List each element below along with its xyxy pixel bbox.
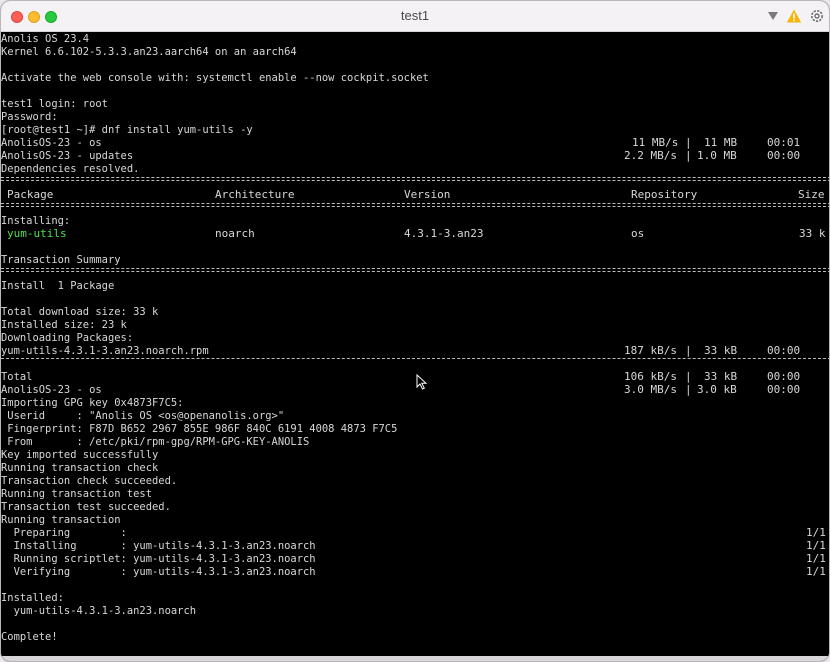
terminal-line: Fingerprint: F87D B652 2967 855E 986F 84… [1,422,398,435]
separator-pipe: | [685,149,692,162]
repo-time: 00:01 [767,136,801,149]
terminal-line: yum-utils-4.3.1-3.an23.noarch [1,604,197,617]
terminal-line: Dependencies resolved. [1,162,140,175]
rpm-time: 00:00 [767,344,801,357]
terminal-line: Running scriptlet: yum-utils-4.3.1-3.an2… [1,552,316,565]
step-count: 1/1 [806,539,826,552]
terminal-line: Complete! [1,630,58,643]
separator-line [1,203,829,207]
terminal-line: Userid : "Anolis OS <os@openanolis.org>" [1,409,285,422]
table-cell-size: 33 k [799,227,826,240]
total-size: 33 kB [704,370,738,383]
terminal-line: Importing GPG key 0x4873F7C5: [1,396,184,409]
terminal-line: Downloading Packages: [1,331,134,344]
repo-speed: 11 MB/s [632,136,679,149]
table-header: Size [798,188,825,201]
repo-size: 1.0 MB [697,149,737,162]
terminal-line: Activate the web console with: systemctl… [1,71,429,84]
total-time: 00:00 [767,370,801,383]
separator-line [1,268,829,272]
separator-pipe: | [685,136,692,149]
terminal-line: Total download size: 33 k [1,305,159,318]
gear-icon[interactable] [809,8,825,24]
repo-speed: 2.2 MB/s [624,149,677,162]
terminal-line: Verifying : yum-utils-4.3.1-3.an23.noarc… [1,565,316,578]
terminal-line: Running transaction [1,513,121,526]
terminal-line: Installed: [1,591,64,604]
window-title: test1 [400,8,430,23]
table-cell-arch: noarch [215,227,255,240]
title-bar[interactable]: test1 [1,1,829,32]
repo-size: 3.0 kB [697,383,737,396]
terminal-line: test1 login: root [1,97,108,110]
terminal-line: Anolis OS 23.4 [1,32,90,45]
terminal-line: Installing : yum-utils-4.3.1-3.an23.noar… [1,539,316,552]
terminal-line: Installed size: 23 k [1,318,127,331]
total-speed: 106 kB/s [624,370,677,383]
table-header: Architecture [215,188,295,201]
repo-time: 00:00 [767,149,801,162]
table-header: Package [7,188,54,201]
separator-line [1,177,829,181]
terminal-line: Transaction Summary [1,253,121,266]
terminal-line: Password: [1,110,58,123]
terminal-line: Kernel 6.6.102-5.3.3.an23.aarch64 on an … [1,45,297,58]
separator-pipe: | [685,370,692,383]
separator-pipe: | [685,344,692,357]
warning-icon[interactable] [786,8,802,24]
terminal-line: Transaction test succeeded. [1,500,171,513]
terminal-line: [root@test1 ~]# dnf install yum-utils -y [1,123,253,136]
repo-time: 00:00 [767,383,801,396]
table-header: Repository [631,188,698,201]
terminal-line: Installing: [1,214,71,227]
separator-pipe: | [685,383,692,396]
terminal-line: Install 1 Package [1,279,115,292]
table-cell-repo: os [631,227,645,240]
separator-line [1,358,829,359]
step-count: 1/1 [806,526,826,539]
vm-window: test1 Anolis OS 23.4 Kernel 6.6.102-5.3.… [0,0,830,662]
chevron-down-icon[interactable] [765,8,781,24]
step-count: 1/1 [806,565,826,578]
window-bottom-edge [1,656,829,661]
rpm-speed: 187 kB/s [624,344,677,357]
rpm-size: 33 kB [704,344,738,357]
terminal-line: Transaction check succeeded. [1,474,178,487]
terminal-screen[interactable]: Anolis OS 23.4 Kernel 6.6.102-5.3.3.an23… [1,32,829,656]
terminal-line: Running transaction check [1,461,159,474]
terminal-line: Preparing : [1,526,127,539]
terminal-line: From : /etc/pki/rpm-gpg/RPM-GPG-KEY-ANOL… [1,435,310,448]
mouse-pointer-icon [416,374,428,390]
terminal-line: Key imported successfully [1,448,159,461]
table-cell-package: yum-utils [7,227,67,240]
terminal-line: Running transaction test [1,487,153,500]
table-cell-version: 4.3.1-3.an23 [404,227,484,240]
step-count: 1/1 [806,552,826,565]
repo-speed: 3.0 MB/s [624,383,677,396]
table-header: Version [404,188,451,201]
repo-size: 11 MB [704,136,738,149]
